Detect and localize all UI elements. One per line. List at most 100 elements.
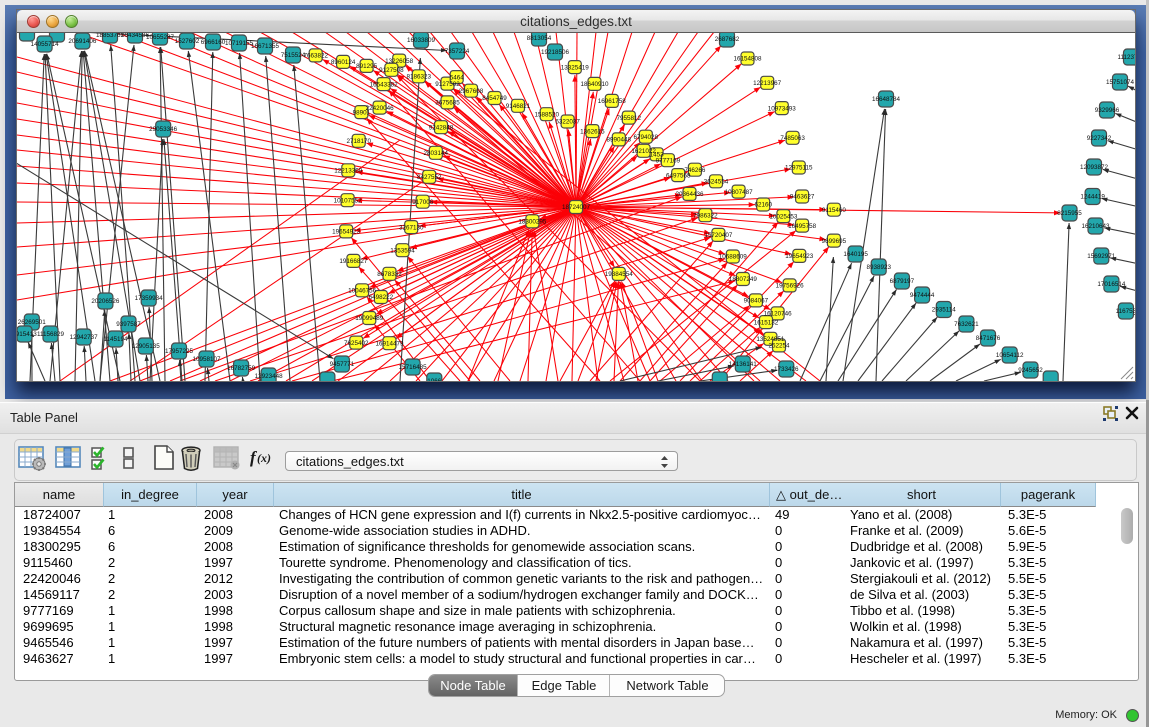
svg-text:(x): (x) xyxy=(257,451,271,465)
svg-text:891295: 891295 xyxy=(356,63,378,70)
svg-text:8990448: 8990448 xyxy=(607,137,632,144)
svg-text:12942737: 12942737 xyxy=(70,334,99,341)
svg-text:16543382: 16543382 xyxy=(370,81,399,88)
svg-text:9127508: 9127508 xyxy=(379,67,404,74)
svg-text:19654923: 19654923 xyxy=(785,253,814,260)
svg-text:11156829: 11156829 xyxy=(37,331,65,338)
svg-text:9115460: 9115460 xyxy=(822,207,847,214)
svg-text:19384554: 19384554 xyxy=(605,271,634,278)
svg-text:15720407: 15720407 xyxy=(704,232,733,239)
svg-text:3915413: 3915413 xyxy=(17,331,37,338)
svg-text:1527602: 1527602 xyxy=(175,38,200,45)
svg-text:7357224: 7357224 xyxy=(445,48,470,55)
svg-text:19166827: 19166827 xyxy=(339,258,368,265)
svg-text:16120746: 16120746 xyxy=(764,311,793,318)
svg-text:12213369: 12213369 xyxy=(334,168,363,175)
svg-text:10688609: 10688609 xyxy=(719,254,748,261)
svg-text:2718170: 2718170 xyxy=(346,138,371,145)
svg-text:26269501: 26269501 xyxy=(18,319,47,326)
svg-text:19218506: 19218506 xyxy=(541,49,570,56)
svg-text:7986322: 7986322 xyxy=(693,212,718,219)
svg-text:2687682: 2687682 xyxy=(715,36,740,43)
svg-text:1733426: 1733426 xyxy=(774,366,799,373)
svg-text:19756926: 19756926 xyxy=(776,283,805,290)
svg-text:19099489: 19099489 xyxy=(355,315,384,322)
svg-text:17957225: 17957225 xyxy=(165,348,194,355)
svg-text:9777169: 9777169 xyxy=(656,157,681,164)
svg-text:18807249: 18807249 xyxy=(729,276,758,283)
svg-text:16154808: 16154808 xyxy=(733,56,762,63)
svg-text:8960124: 8960124 xyxy=(331,59,356,66)
svg-text:15692971: 15692971 xyxy=(1087,253,1116,260)
svg-text:10719155: 10719155 xyxy=(225,40,254,47)
svg-text:15751074: 15751074 xyxy=(1106,79,1135,86)
svg-text:7955812: 7955812 xyxy=(617,115,642,122)
svg-text:9146821: 9146821 xyxy=(506,103,531,110)
svg-text:7663822: 7663822 xyxy=(303,53,328,60)
svg-text:10807487: 10807487 xyxy=(725,189,754,196)
svg-text:8938923: 8938923 xyxy=(866,264,891,271)
svg-text:5464: 5464 xyxy=(450,74,465,81)
svg-text:8186323: 8186323 xyxy=(407,74,432,81)
svg-text:7485063: 7485063 xyxy=(780,135,805,142)
svg-text:3267130: 3267130 xyxy=(399,224,424,231)
svg-text:12905135: 12905135 xyxy=(132,343,161,350)
svg-text:12213967: 12213967 xyxy=(753,80,782,87)
svg-text:9329966: 9329966 xyxy=(1095,107,1120,114)
svg-text:1145194: 1145194 xyxy=(103,336,128,343)
svg-text:11123778: 11123778 xyxy=(1117,54,1135,61)
svg-text:917006: 917006 xyxy=(412,199,434,206)
svg-text:20364436: 20364436 xyxy=(675,191,704,198)
svg-text:12923448: 12923448 xyxy=(255,373,284,380)
svg-text:98901: 98901 xyxy=(353,109,371,116)
svg-text:14055714: 14055714 xyxy=(31,41,60,48)
svg-text:3624554: 3624554 xyxy=(704,179,729,186)
svg-text:8813054: 8813054 xyxy=(527,35,552,42)
svg-text:10973493: 10973493 xyxy=(768,105,797,112)
svg-text:62160: 62160 xyxy=(754,202,772,209)
svg-text:14136141: 14136141 xyxy=(729,361,758,368)
svg-text:16914479: 16914479 xyxy=(375,340,404,347)
svg-text:9699695: 9699695 xyxy=(822,238,847,245)
svg-text:7632621: 7632621 xyxy=(954,321,979,328)
svg-text:7625402: 7625402 xyxy=(344,340,369,347)
svg-text:6966160: 6966160 xyxy=(201,39,226,46)
svg-text:16671355: 16671355 xyxy=(251,43,280,50)
svg-text:17359934: 17359934 xyxy=(135,295,164,302)
svg-text:1640195: 1640195 xyxy=(843,251,868,258)
svg-text:1588520: 1588520 xyxy=(534,111,559,118)
svg-text:6497568: 6497568 xyxy=(666,172,691,179)
svg-text:252254: 252254 xyxy=(768,343,790,350)
svg-text:20206526: 20206526 xyxy=(91,298,120,305)
svg-text:9245652: 9245652 xyxy=(1018,367,1043,374)
svg-text:8215955: 8215955 xyxy=(1057,210,1082,217)
svg-text:9127502: 9127502 xyxy=(435,81,460,88)
svg-text:1244419: 1244419 xyxy=(1080,194,1105,201)
svg-text:3675685: 3675685 xyxy=(435,100,460,107)
svg-text:116753: 116753 xyxy=(1116,308,1135,315)
svg-text:1066: 1066 xyxy=(427,378,442,381)
svg-text:6794028: 6794028 xyxy=(634,134,659,141)
svg-text:9474444: 9474444 xyxy=(910,292,935,299)
svg-text:1615132: 1615132 xyxy=(754,319,779,326)
svg-text:9463627: 9463627 xyxy=(790,194,815,201)
svg-text:16782759: 16782759 xyxy=(227,365,256,372)
svg-text:16961758: 16961758 xyxy=(598,98,627,105)
svg-text:10107552: 10107552 xyxy=(334,197,363,204)
svg-text:18724007: 18724007 xyxy=(562,204,591,211)
svg-text:10655287: 10655287 xyxy=(146,34,175,41)
svg-text:29053346: 29053346 xyxy=(149,126,178,133)
svg-text:20691406: 20691406 xyxy=(68,38,97,45)
svg-text:6879197: 6879197 xyxy=(890,278,915,285)
svg-text:16495758: 16495758 xyxy=(788,223,817,230)
svg-text:2935114: 2935114 xyxy=(932,307,957,314)
svg-text:9084067: 9084067 xyxy=(744,298,769,305)
svg-text:16033809: 16033809 xyxy=(407,37,436,44)
svg-text:9397587: 9397587 xyxy=(116,321,141,328)
svg-text:12975115: 12975115 xyxy=(785,165,813,172)
svg-text:19654923: 19654923 xyxy=(332,229,361,236)
svg-text:2967608: 2967608 xyxy=(459,88,484,95)
svg-text:15716485: 15716485 xyxy=(399,364,428,371)
svg-text:1362615: 1362615 xyxy=(580,128,605,135)
svg-text:10025453: 10025453 xyxy=(769,213,798,220)
